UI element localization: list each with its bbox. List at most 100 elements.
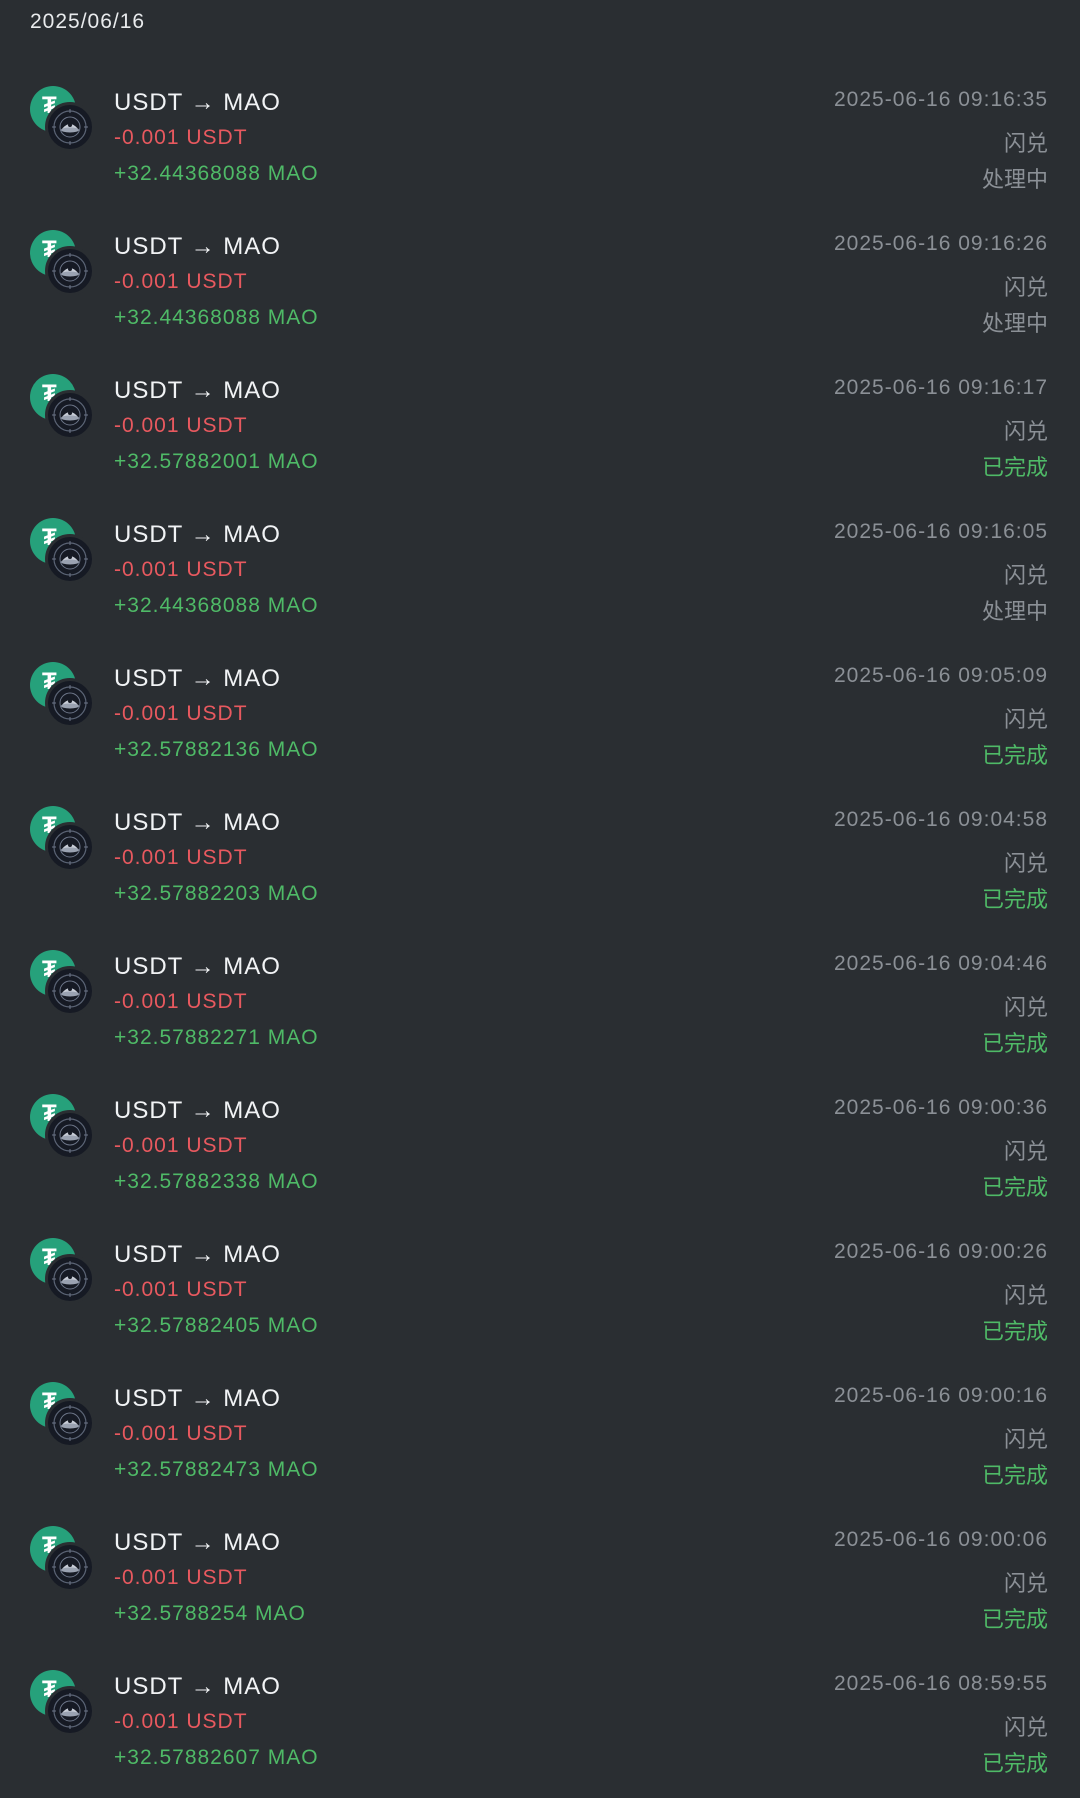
transaction-row[interactable]: ₮ USDT → MAO -0.001 USDT +32.44368088 MA… [0,70,1080,214]
transaction-row[interactable]: ₮ USDT → MAO -0.001 USDT +32.5788254 MAO… [0,1510,1080,1654]
transaction-row[interactable]: ₮ USDT → MAO -0.001 USDT +32.57882338 MA… [0,1078,1080,1222]
transaction-time: 2025-06-16 09:16:05 [834,520,1048,543]
transaction-row[interactable]: ₮ USDT → MAO -0.001 USDT +32.57882203 MA… [0,790,1080,934]
status-label: 已完成 [981,1319,1048,1344]
out-amount: -0.001 USDT [114,702,248,725]
out-amount: -0.001 USDT [114,1422,248,1445]
transaction-time: 2025-06-16 09:04:58 [834,808,1048,831]
in-amount: +32.57882405 MAO [114,1314,319,1337]
token-pair-icons: ₮ [30,1238,96,1304]
status-label: 已完成 [981,455,1048,480]
swap-pair: USDT → MAO [114,665,281,692]
swap-pair: USDT → MAO [114,1097,281,1124]
mao-icon [45,534,95,584]
swap-pair: USDT → MAO [114,1673,281,1700]
out-amount: -0.001 USDT [114,1134,248,1157]
swap-pair: USDT → MAO [114,377,281,404]
transaction-type: 闪兑 [1003,275,1048,300]
swap-pair: USDT → MAO [114,1385,281,1412]
transaction-time: 2025-06-16 09:16:26 [834,232,1048,255]
status-label: 已完成 [981,743,1048,768]
token-pair-icons: ₮ [30,1094,96,1160]
status-label: 已完成 [981,1607,1048,1632]
mao-icon [45,678,95,728]
status-label: 处理中 [981,167,1048,192]
transaction-type: 闪兑 [1003,419,1048,444]
mao-icon [45,822,95,872]
status-label: 已完成 [981,1751,1048,1776]
transaction-type: 闪兑 [1003,707,1048,732]
token-pair-icons: ₮ [30,1382,96,1448]
in-amount: +32.44368088 MAO [114,594,319,617]
token-pair-icons: ₮ [30,1670,96,1736]
transaction-time: 2025-06-16 09:00:36 [834,1096,1048,1119]
transaction-type: 闪兑 [1003,131,1048,156]
mao-icon [45,1398,95,1448]
token-pair-icons: ₮ [30,86,96,152]
status-label: 已完成 [981,887,1048,912]
transaction-time: 2025-06-16 09:00:26 [834,1240,1048,1263]
transaction-row[interactable]: ₮ USDT → MAO -0.001 USDT +32.57882473 MA… [0,1366,1080,1510]
status-label: 已完成 [981,1175,1048,1200]
out-amount: -0.001 USDT [114,270,248,293]
in-amount: +32.57882473 MAO [114,1458,319,1481]
in-amount: +32.57882203 MAO [114,882,319,905]
swap-pair: USDT → MAO [114,1529,281,1556]
mao-icon [45,1110,95,1160]
in-amount: +32.57882136 MAO [114,738,319,761]
mao-icon [45,1254,95,1304]
out-amount: -0.001 USDT [114,1710,248,1733]
transaction-row[interactable]: ₮ USDT → MAO -0.001 USDT +32.57882607 MA… [0,1654,1080,1798]
transaction-time: 2025-06-16 09:00:16 [834,1384,1048,1407]
mao-icon [45,246,95,296]
token-pair-icons: ₮ [30,374,96,440]
date-header: 2025/06/16 [30,10,146,33]
transaction-type: 闪兑 [1003,1571,1048,1596]
transaction-type: 闪兑 [1003,1427,1048,1452]
transaction-type: 闪兑 [1003,995,1048,1020]
swap-pair: USDT → MAO [114,233,281,260]
transaction-list: ₮ USDT → MAO -0.001 USDT +32.44368088 MA… [0,70,1080,1798]
transaction-row[interactable]: ₮ USDT → MAO -0.001 USDT +32.57882001 MA… [0,358,1080,502]
in-amount: +32.57882607 MAO [114,1746,319,1769]
out-amount: -0.001 USDT [114,1278,248,1301]
transaction-time: 2025-06-16 09:16:35 [834,88,1048,111]
transaction-type: 闪兑 [1003,1139,1048,1164]
status-label: 处理中 [981,311,1048,336]
transaction-row[interactable]: ₮ USDT → MAO -0.001 USDT +32.44368088 MA… [0,214,1080,358]
transaction-row[interactable]: ₮ USDT → MAO -0.001 USDT +32.57882405 MA… [0,1222,1080,1366]
token-pair-icons: ₮ [30,950,96,1016]
in-amount: +32.57882338 MAO [114,1170,319,1193]
status-label: 处理中 [981,599,1048,624]
transaction-row[interactable]: ₮ USDT → MAO -0.001 USDT +32.57882271 MA… [0,934,1080,1078]
swap-pair: USDT → MAO [114,521,281,548]
transaction-type: 闪兑 [1003,851,1048,876]
transaction-time: 2025-06-16 08:59:55 [834,1672,1048,1695]
transaction-type: 闪兑 [1003,1715,1048,1740]
status-label: 已完成 [981,1463,1048,1488]
swap-pair: USDT → MAO [114,953,281,980]
out-amount: -0.001 USDT [114,1566,248,1589]
mao-icon [45,1686,95,1736]
transaction-time: 2025-06-16 09:05:09 [834,664,1048,687]
transaction-time: 2025-06-16 09:00:06 [834,1528,1048,1551]
token-pair-icons: ₮ [30,662,96,728]
transaction-type: 闪兑 [1003,1283,1048,1308]
token-pair-icons: ₮ [30,1526,96,1592]
transaction-time: 2025-06-16 09:16:17 [834,376,1048,399]
out-amount: -0.001 USDT [114,846,248,869]
mao-icon [45,102,95,152]
out-amount: -0.001 USDT [114,126,248,149]
transaction-time: 2025-06-16 09:04:46 [834,952,1048,975]
mao-icon [45,390,95,440]
out-amount: -0.001 USDT [114,414,248,437]
out-amount: -0.001 USDT [114,558,248,581]
token-pair-icons: ₮ [30,230,96,296]
transaction-row[interactable]: ₮ USDT → MAO -0.001 USDT +32.44368088 MA… [0,502,1080,646]
in-amount: +32.57882001 MAO [114,450,319,473]
swap-pair: USDT → MAO [114,89,281,116]
in-amount: +32.57882271 MAO [114,1026,319,1049]
status-label: 已完成 [981,1031,1048,1056]
transaction-row[interactable]: ₮ USDT → MAO -0.001 USDT +32.57882136 MA… [0,646,1080,790]
token-pair-icons: ₮ [30,518,96,584]
